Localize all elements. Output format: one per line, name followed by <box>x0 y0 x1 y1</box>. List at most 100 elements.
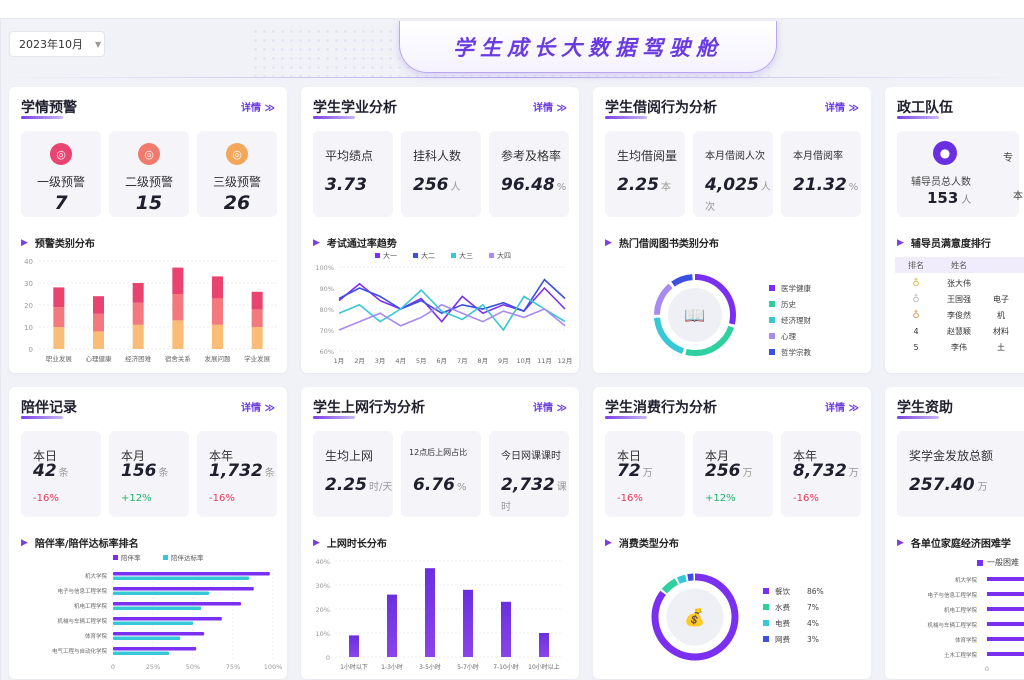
details-link[interactable]: 详情 ≫ <box>825 399 859 414</box>
user-icon: ● <box>933 141 957 165</box>
y-tick-label: 20% <box>316 606 330 614</box>
y-tick-label: 70% <box>320 327 334 335</box>
counselor-table: ♁ 张大伟 ♁ 王国强 电子 ♁ 李俊然 机 4 赵慧颖 材料 5 李伟 土 <box>895 275 1024 355</box>
column-header: 排名 <box>908 260 924 270</box>
warning-level-1[interactable]: ◎ 一级预警 7 <box>21 131 101 217</box>
bar <box>113 587 254 591</box>
bar-segment <box>212 324 223 349</box>
bar <box>987 592 1024 596</box>
table-row: 5 李伟 土 <box>895 339 1024 355</box>
bar-segment <box>132 283 144 303</box>
x-tick-label: 75% <box>226 663 240 671</box>
stat-label: 本月借阅人次 <box>705 151 765 162</box>
rank-cell: 5 <box>913 342 919 352</box>
details-link[interactable]: 详情 ≫ <box>533 399 567 414</box>
x-tick-label: 12月 <box>558 357 573 365</box>
stat-number: 72 <box>617 461 641 481</box>
stat-value: 3.73 <box>325 175 367 195</box>
stat-value: 42 条 <box>33 461 69 481</box>
alarm-icon: ◎ <box>226 143 248 165</box>
x-tick-label: 职业发展 <box>46 354 73 363</box>
stat-value: 8,732 万 <box>793 461 859 481</box>
table-row: 4 赵慧颖 材料 <box>895 323 1024 339</box>
y-tick-label: 机械与车辆工程学院 <box>927 621 977 629</box>
details-link[interactable]: 详情 ≫ <box>533 99 567 114</box>
warning-level-2[interactable]: ◎ 二级预警 15 <box>109 131 189 217</box>
y-tick-label: 机电工程学院 <box>74 602 108 610</box>
stat-label: 挂科人数 <box>413 149 462 163</box>
x-tick-label: 100% <box>264 663 283 671</box>
stat-value: 72 万 <box>617 461 653 481</box>
x-tick-label: 9月 <box>498 357 509 365</box>
bar <box>113 591 209 595</box>
x-tick-label: 5-7小时 <box>457 663 479 671</box>
stat-year: 本年 8,732 万 -16% <box>781 431 861 517</box>
stat-label: 奖学金发放总额 <box>909 449 994 463</box>
company-rate-chart: 陪伴率 陪伴达标率 0 25% 50% 75% 100% 机大学院电子与信息工程学院机电工程学… <box>52 553 283 671</box>
legend-swatch <box>375 253 380 258</box>
section-title: ▶ 各单位家庭经济困难学 <box>897 535 1011 551</box>
warning-level-3[interactable]: ◎ 三级预警 26 <box>197 131 277 217</box>
legend-label: 心理 <box>781 332 796 341</box>
stat-late-online: 12点后上网占比 6.76% <box>401 431 481 517</box>
bar <box>501 601 511 657</box>
x-tick-label: 4月 <box>395 357 406 365</box>
stat-unit: 人 <box>961 195 972 206</box>
details-link[interactable]: 详情 ≫ <box>825 99 859 114</box>
x-tick-label: 7月 <box>457 357 468 365</box>
card-title: 学生学业分析 <box>313 100 397 116</box>
bar <box>387 594 397 657</box>
card-title: 陪伴记录 <box>21 400 77 416</box>
legend-label: 大四 <box>497 251 511 260</box>
triangle-icon: ▶ <box>313 537 320 548</box>
stat-unit: % <box>456 482 467 493</box>
stat-number: 21.32 <box>793 175 847 195</box>
x-tick-label: 50% <box>186 663 200 671</box>
stat-monthly-rate: 本月借阅率 21.32% <box>781 131 861 217</box>
legend-swatch <box>489 253 494 258</box>
legend-swatch <box>163 555 168 560</box>
y-tick-label: 30 <box>24 280 33 288</box>
stat-number: 6.76 <box>413 475 455 495</box>
stat-unit: 本 <box>660 182 671 193</box>
legend-label: 医学健康 <box>781 283 811 293</box>
bar-segment <box>93 296 104 314</box>
table-header: 排名 姓名 <box>895 257 1024 273</box>
bar-segment <box>53 307 65 327</box>
legend-label: 陪伴达标率 <box>171 553 204 562</box>
y-tick-label: 10 <box>24 324 33 332</box>
details-link[interactable]: 详情 ≫ <box>241 399 275 414</box>
bar <box>113 606 201 610</box>
triangle-icon: ▶ <box>21 537 28 548</box>
stat-number: 2.25 <box>617 175 659 195</box>
stat-number: 256 <box>705 461 741 481</box>
x-tick-label: 10小时以上 <box>528 663 560 671</box>
legend-label: 经济理财 <box>781 315 811 325</box>
name-cell: 李俊然 <box>947 310 971 320</box>
pass-rate-trend-chart: 大一 大二 大三 大四 60% 70% 80% 90% 100% 1月 2月 3月 4月 5月 6月 7月 8月… <box>315 251 573 365</box>
date-picker[interactable]: 2023年10月 ▼ <box>9 31 105 57</box>
y-tick-label: 电气工程与自动化学院 <box>52 647 108 655</box>
stat-year: 本年 1,732 条 -16% <box>197 431 277 517</box>
section-title: ▶ 陪伴率/陪伴达标率排名 <box>21 535 139 551</box>
title-underline <box>21 416 63 419</box>
y-tick-label: 100% <box>315 264 334 272</box>
medal-icon: ♁ <box>912 277 920 289</box>
stat-avg-borrow: 生均借阅量 2.25 本 <box>605 131 685 217</box>
stat-unit: 人 <box>450 182 461 193</box>
x-tick-label: 3月 <box>375 357 386 365</box>
legend-label: 大二 <box>421 251 435 260</box>
stat-number: 4,025 <box>705 175 759 195</box>
x-tick-label: 11月 <box>537 357 552 365</box>
x-tick-label: 8月 <box>477 357 488 365</box>
stat-online-class: 今日网课课时 2,732 课时 <box>489 431 569 517</box>
x-tick-label: 10月 <box>517 357 532 365</box>
rank-cell: 4 <box>913 326 919 336</box>
bar <box>987 622 1024 626</box>
legend-swatch <box>763 620 769 626</box>
stat-number: 153 <box>927 189 959 207</box>
name-cell: 赵慧颖 <box>947 326 971 336</box>
card-warning: 学情预警 详情 ≫ ◎ 一级预警 7 ◎ 二级预警 15 ◎ 三级预警 26 ▶… <box>9 87 287 373</box>
stat-unit: 时/天 <box>368 482 393 493</box>
details-link[interactable]: 详情 ≫ <box>241 99 275 114</box>
